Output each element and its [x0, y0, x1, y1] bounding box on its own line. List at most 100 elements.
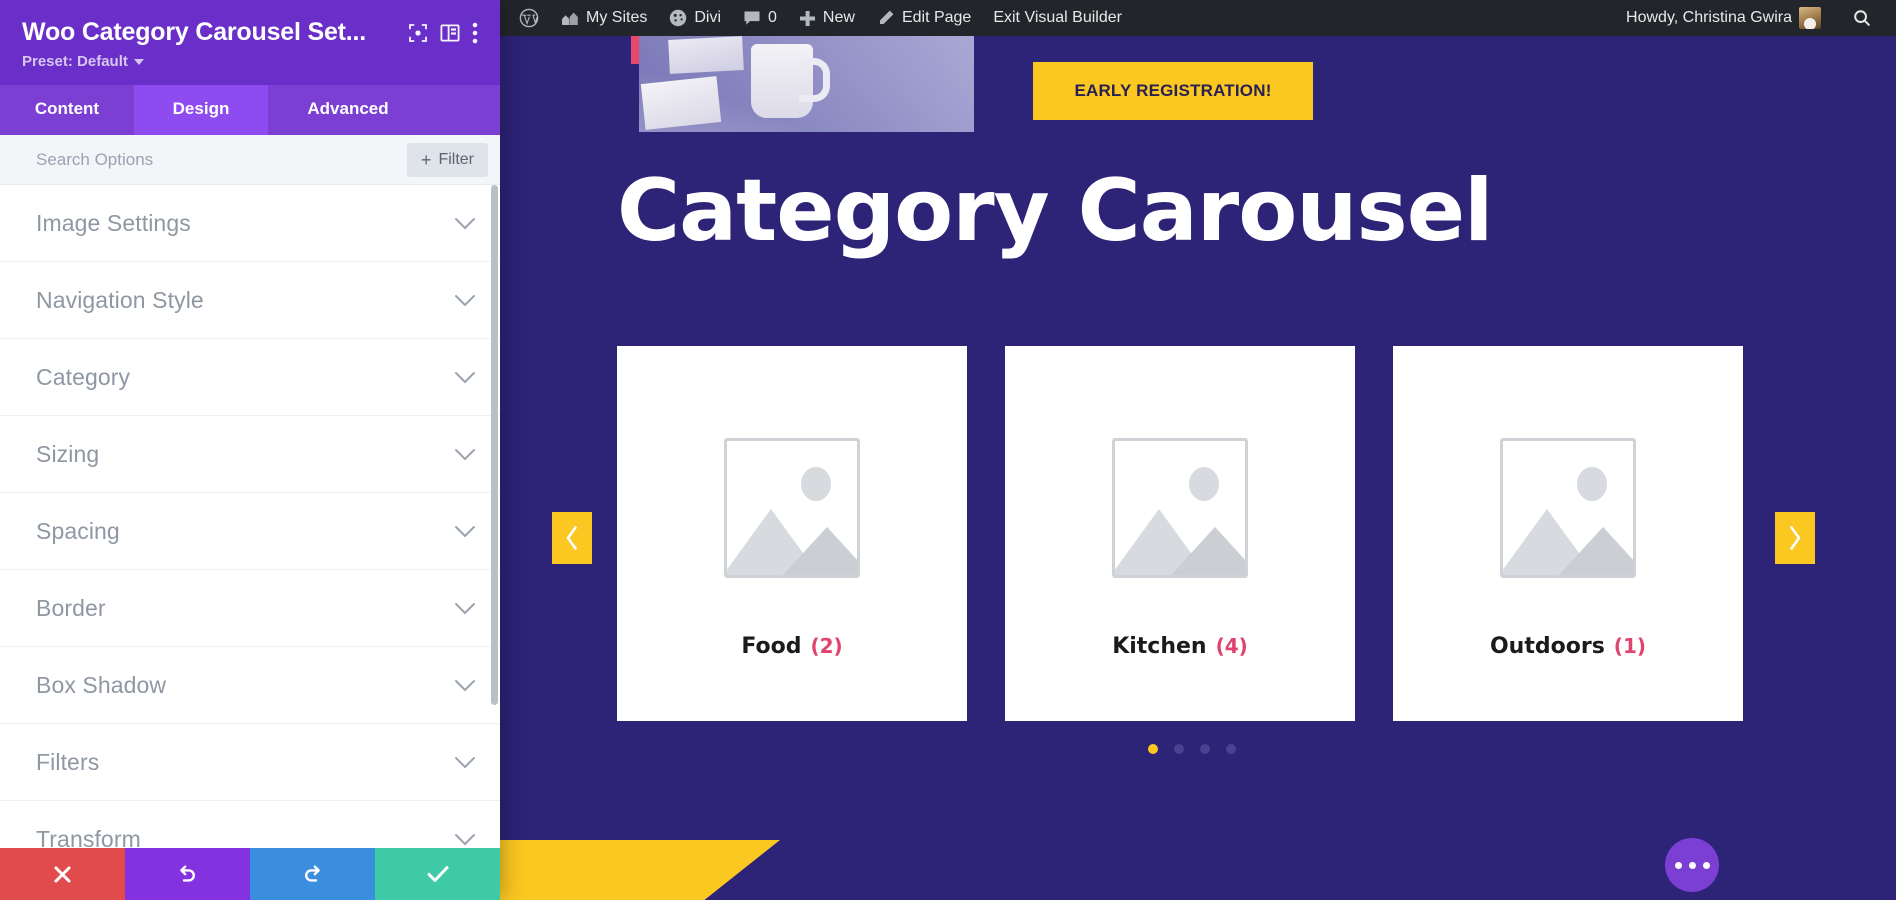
- sidebar-item-image-settings[interactable]: Image Settings: [0, 185, 500, 262]
- admin-bar-label-new: New: [822, 9, 855, 26]
- comment-bubble-icon: [743, 10, 761, 27]
- admin-bar-item-edit-page[interactable]: Edit Page: [866, 0, 982, 36]
- undo-button[interactable]: [125, 848, 250, 900]
- chevron-down-icon: [454, 448, 476, 461]
- chevron-down-icon: [454, 371, 476, 384]
- focus-target-icon[interactable]: [408, 23, 428, 43]
- page-title: Category Carousel: [617, 161, 1494, 261]
- section-label: Spacing: [36, 517, 120, 544]
- redo-icon: [302, 864, 323, 885]
- tab-content[interactable]: Content: [0, 85, 134, 135]
- divi-menu-fab[interactable]: [1665, 838, 1719, 892]
- hero-image-mug: [751, 44, 830, 118]
- filter-button[interactable]: + Filter: [406, 143, 488, 177]
- admin-bar-account-menu[interactable]: Howdy, Christina Gwira: [1615, 0, 1832, 36]
- avatar: [1799, 7, 1821, 29]
- plus-icon: +: [420, 150, 432, 170]
- three-dots-icon: [1674, 861, 1682, 869]
- panel-option-sections: Image Settings Navigation Style Category…: [0, 185, 500, 848]
- admin-bar-label-my-sites: My Sites: [586, 9, 648, 26]
- admin-bar-left-group: My Sites Divi 0 New Edit Page Exit Visua…: [500, 0, 1133, 36]
- admin-bar-right-group: Howdy, Christina Gwira: [1615, 0, 1896, 36]
- carousel-next-button[interactable]: [1775, 512, 1815, 564]
- sidebar-item-category[interactable]: Category: [0, 339, 500, 416]
- category-card-label: Kitchen (4): [1112, 634, 1248, 659]
- chevron-down-icon: [454, 756, 476, 769]
- carousel-cards: Food (2) Kitchen (4) Outdoors (1): [617, 346, 1767, 721]
- chevron-down-icon: [454, 679, 476, 692]
- category-card[interactable]: Outdoors (1): [1393, 346, 1743, 721]
- image-placeholder-icon: [1500, 438, 1636, 578]
- chevron-right-icon: [1787, 525, 1803, 551]
- section-label: Transform: [36, 825, 141, 849]
- sidebar-item-sizing[interactable]: Sizing: [0, 416, 500, 493]
- save-button[interactable]: [375, 848, 500, 900]
- panel-search-row: + Filter: [0, 134, 500, 185]
- admin-bar-item-divi[interactable]: Divi: [658, 0, 732, 36]
- page-canvas: EARLY REGISTRATION! Category Carousel Fo…: [500, 36, 1896, 900]
- tab-advanced[interactable]: Advanced: [268, 85, 428, 135]
- module-settings-panel: Woo Category Carousel Set... Preset: Def…: [0, 0, 500, 900]
- sidebar-item-box-shadow[interactable]: Box Shadow: [0, 647, 500, 724]
- early-registration-button[interactable]: EARLY REGISTRATION!: [1033, 62, 1313, 120]
- admin-bar-label-edit-page: Edit Page: [901, 9, 972, 26]
- category-card[interactable]: Kitchen (4): [1005, 346, 1355, 721]
- admin-bar-item-wp-logo[interactable]: [508, 0, 550, 36]
- section-label: Filters: [36, 748, 100, 775]
- section-label: Border: [36, 594, 106, 621]
- search-icon: [1853, 9, 1871, 27]
- category-card-label: Outdoors (1): [1490, 634, 1646, 659]
- more-vertical-icon[interactable]: [472, 22, 478, 44]
- category-name: Food: [741, 634, 802, 659]
- section-label: Category: [36, 363, 131, 390]
- sidebar-item-transform[interactable]: Transform: [0, 801, 500, 848]
- hero-image-book-top: [668, 36, 744, 74]
- wp-admin-bar: My Sites Divi 0 New Edit Page Exit Visua…: [500, 0, 1896, 36]
- tab-design[interactable]: Design: [134, 85, 268, 135]
- image-placeholder-icon: [1112, 438, 1248, 578]
- admin-bar-item-comments[interactable]: 0: [732, 0, 788, 36]
- category-carousel: Food (2) Kitchen (4) Outdoors (1): [552, 346, 1815, 754]
- carousel-dot[interactable]: [1226, 744, 1236, 754]
- chevron-down-icon: [454, 217, 476, 230]
- wordpress-logo-icon: [519, 8, 539, 28]
- redo-button[interactable]: [250, 848, 375, 900]
- panel-header: Woo Category Carousel Set... Preset: Def…: [0, 0, 500, 85]
- close-x-icon: [53, 865, 72, 884]
- chevron-down-icon: [454, 602, 476, 615]
- panel-footer-actions: [0, 848, 500, 900]
- chevron-left-icon: [564, 525, 580, 551]
- sites-icon: [561, 10, 579, 26]
- divi-visual-builder-screen: My Sites Divi 0 New Edit Page Exit Visua…: [0, 0, 1896, 900]
- hero-image: [639, 36, 974, 132]
- section-label: Image Settings: [36, 209, 191, 236]
- chevron-down-icon: [454, 833, 476, 846]
- admin-bar-item-new[interactable]: New: [788, 0, 866, 36]
- chevron-down-icon: [133, 58, 144, 65]
- preset-label: Preset: Default: [22, 53, 128, 70]
- sidebar-item-border[interactable]: Border: [0, 570, 500, 647]
- category-card[interactable]: Food (2): [617, 346, 967, 721]
- admin-bar-item-my-sites[interactable]: My Sites: [550, 0, 658, 36]
- admin-bar-item-exit-visual-builder[interactable]: Exit Visual Builder: [982, 0, 1133, 36]
- divi-icon: [669, 9, 687, 27]
- admin-bar-comment-count: 0: [768, 9, 777, 26]
- panel-scrollbar[interactable]: [491, 185, 498, 705]
- carousel-dot[interactable]: [1148, 744, 1158, 754]
- sidebar-item-navigation-style[interactable]: Navigation Style: [0, 262, 500, 339]
- carousel-dot[interactable]: [1174, 744, 1184, 754]
- chevron-down-icon: [454, 525, 476, 538]
- chevron-down-icon: [454, 294, 476, 307]
- decorative-yellow-shape: [500, 840, 780, 900]
- admin-bar-search-button[interactable]: [1842, 0, 1882, 36]
- carousel-dot[interactable]: [1200, 744, 1210, 754]
- image-placeholder-icon: [724, 438, 860, 578]
- carousel-prev-button[interactable]: [552, 512, 592, 564]
- sidebar-item-spacing[interactable]: Spacing: [0, 493, 500, 570]
- preset-selector[interactable]: Preset: Default: [22, 53, 144, 70]
- checkmark-icon: [427, 865, 449, 883]
- layout-columns-icon[interactable]: [440, 23, 460, 42]
- plus-icon: [799, 10, 816, 27]
- sidebar-item-filters[interactable]: Filters: [0, 724, 500, 801]
- discard-button[interactable]: [0, 848, 125, 900]
